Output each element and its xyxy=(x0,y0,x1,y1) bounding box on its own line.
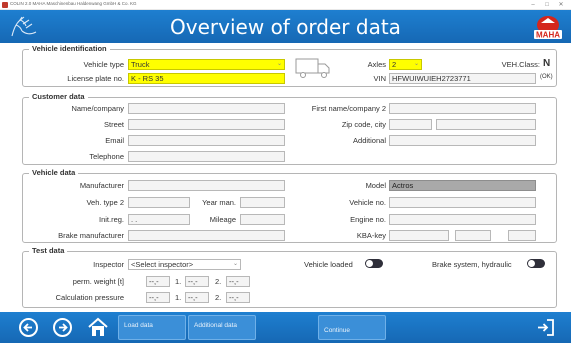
test-data-legend: Test data xyxy=(29,246,68,255)
license-plate-input[interactable]: K - RS 35 xyxy=(128,73,285,84)
engine-no-label: Engine no. xyxy=(350,215,386,224)
inspector-select[interactable]: <Select inspector> ⌄ xyxy=(128,259,241,270)
perm-weight-input[interactable]: --,- xyxy=(146,276,170,287)
axle-1-label: 1. xyxy=(175,277,182,286)
init-reg-input[interactable]: . . xyxy=(128,214,190,225)
brake-system-toggle[interactable] xyxy=(527,259,545,268)
forward-button[interactable] xyxy=(53,318,72,337)
vehicle-no-input[interactable] xyxy=(389,197,536,208)
home-icon[interactable] xyxy=(87,317,109,338)
year-man-input[interactable] xyxy=(240,197,285,208)
kba-key-input-2[interactable] xyxy=(455,230,491,241)
perm-weight-label: perm. weight [t] xyxy=(72,277,124,286)
axles-select[interactable]: 2 ⌄ xyxy=(389,59,422,70)
name-company-input[interactable] xyxy=(128,103,285,114)
toggle-knob xyxy=(366,260,373,267)
veh-class-label: VEH.Class: xyxy=(501,60,540,69)
exit-icon[interactable] xyxy=(536,318,556,337)
app-icon xyxy=(2,2,8,8)
header-bar: Overview of order data MAHA xyxy=(0,10,571,43)
axle-2-label: 2. xyxy=(215,293,222,302)
zip-code-input[interactable] xyxy=(389,119,432,130)
vehicle-data-legend: Vehicle data xyxy=(29,168,79,177)
mileage-input[interactable] xyxy=(240,214,285,225)
telephone-input[interactable] xyxy=(128,151,285,162)
telephone-label: Telephone xyxy=(89,152,124,161)
bottom-toolbar: Load data Additional data Continue xyxy=(0,312,571,343)
perm-weight-axle1-input[interactable]: --,- xyxy=(185,276,209,287)
brake-manufacturer-label: Brake manufacturer xyxy=(58,231,124,240)
additional-data-button[interactable]: Additional data xyxy=(188,315,256,340)
email-input[interactable] xyxy=(128,135,285,146)
license-plate-label: License plate no. xyxy=(67,74,124,83)
vehicle-no-label: Vehicle no. xyxy=(349,198,386,207)
vehicle-loaded-label: Vehicle loaded xyxy=(304,260,353,269)
first-name-input[interactable] xyxy=(389,103,536,114)
minimize-button[interactable]: – xyxy=(527,0,539,10)
close-button[interactable]: ✕ xyxy=(555,0,567,10)
veh-class-value: N xyxy=(543,58,551,69)
mileage-label: Mileage xyxy=(209,215,236,224)
kba-key-input-3[interactable] xyxy=(508,230,536,241)
calc-pressure-axle1-input[interactable]: --,- xyxy=(185,292,209,303)
street-input[interactable] xyxy=(128,119,285,130)
additional-label: Additional xyxy=(353,136,386,145)
email-label: Email xyxy=(105,136,124,145)
continue-button[interactable]: Continue xyxy=(318,315,386,340)
chevron-down-icon: ⌄ xyxy=(232,261,238,267)
maximize-button[interactable]: □ xyxy=(541,0,553,10)
city-input[interactable] xyxy=(436,119,536,130)
page-title: Overview of order data xyxy=(170,15,401,39)
first-name-label: First name/company 2 xyxy=(311,104,386,113)
chevron-down-icon: ⌄ xyxy=(413,61,419,67)
engine-no-input[interactable] xyxy=(389,214,536,225)
veh-type2-label: Veh. type 2 xyxy=(86,198,124,207)
axle-2-label: 2. xyxy=(215,277,222,286)
manufacturer-label: Manufacturer xyxy=(79,181,124,190)
brake-manufacturer-input[interactable] xyxy=(128,230,285,241)
init-reg-label: Init.reg. xyxy=(98,215,124,224)
window-titlebar: COLIN 2.0 MAHA Maschinenbau Haldenwang G… xyxy=(0,0,571,10)
arrow-left-icon xyxy=(23,323,32,332)
model-label: Model xyxy=(365,181,386,190)
perm-weight-axle2-input[interactable]: --,- xyxy=(226,276,250,287)
window-title: COLIN 2.0 MAHA Maschinenbau Haldenwang G… xyxy=(10,1,137,6)
calc-pressure-label: Calculation pressure xyxy=(55,293,124,302)
kba-key-input-1[interactable] xyxy=(389,230,449,241)
chevron-down-icon: ⌄ xyxy=(276,61,282,67)
back-button[interactable] xyxy=(19,318,38,337)
year-man-label: Year man. xyxy=(202,198,236,207)
model-input[interactable]: Actros xyxy=(389,180,536,191)
brake-system-label: Brake system, hydraulic xyxy=(432,260,512,269)
load-data-button[interactable]: Load data xyxy=(118,315,186,340)
street-label: Street xyxy=(103,120,124,129)
vehicle-loaded-toggle[interactable] xyxy=(365,259,383,268)
inspector-label: Inspector xyxy=(93,260,124,269)
customer-data-legend: Customer data xyxy=(29,92,88,101)
vin-input[interactable]: HFWUIWUIEH2723771 xyxy=(389,73,536,84)
arrow-right-icon xyxy=(59,323,68,332)
truck-icon xyxy=(295,58,330,78)
manufacturer-input[interactable] xyxy=(128,180,285,191)
vehicle-type-select[interactable]: Truck ⌄ xyxy=(128,59,285,70)
maha-logo-icon: MAHA xyxy=(534,16,562,40)
vin-label: VIN xyxy=(373,74,386,83)
vehicle-identification-legend: Vehicle identification xyxy=(29,44,110,53)
svg-text:MAHA: MAHA xyxy=(536,31,560,40)
axles-label: Axles xyxy=(367,60,386,69)
veh-type2-input[interactable] xyxy=(128,197,190,208)
zip-city-label: Zip code, city xyxy=(341,120,386,129)
vehicle-type-label: Vehicle type xyxy=(83,60,124,69)
vin-status: (OK) xyxy=(540,74,553,80)
additional-input[interactable] xyxy=(389,135,536,146)
axle-1-label: 1. xyxy=(175,293,182,302)
calc-pressure-input[interactable]: --,- xyxy=(146,292,170,303)
toggle-knob xyxy=(528,260,535,267)
name-company-label: Name/company xyxy=(71,104,124,113)
calc-pressure-axle2-input[interactable]: --,- xyxy=(226,292,250,303)
kba-key-label: KBA-key xyxy=(356,231,386,240)
